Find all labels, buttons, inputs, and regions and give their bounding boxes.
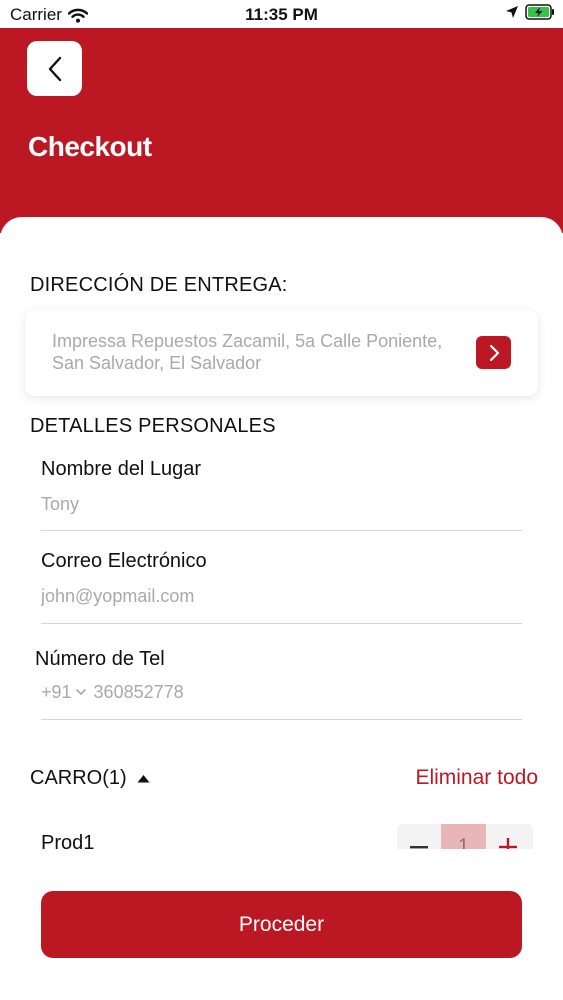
- delivery-section-title: DIRECCIÓN DE ENTREGA:: [30, 274, 288, 296]
- country-code-select[interactable]: +91: [41, 682, 86, 703]
- cart-item-name: Prod1: [41, 832, 95, 849]
- checkout-header: Checkout: [0, 28, 563, 233]
- cart-list: Prod1 1: [0, 815, 563, 849]
- address-card[interactable]: Impressa Repuestos Zacamil, 5a Calle Pon…: [25, 310, 538, 396]
- quantity-stepper: 1: [397, 824, 533, 849]
- clear-all-button[interactable]: Eliminar todo: [415, 766, 538, 790]
- quantity-value: 1: [441, 824, 486, 849]
- place-name-input[interactable]: [41, 489, 522, 519]
- page-title: Checkout: [28, 131, 152, 162]
- cart-toggle[interactable]: CARRO(1): [30, 767, 150, 790]
- email-input[interactable]: [41, 581, 522, 611]
- phone-label: Número de Tel: [35, 648, 165, 670]
- status-time: 11:35 PM: [245, 5, 318, 24]
- battery-charging-icon: [525, 4, 554, 20]
- plus-icon: [499, 838, 517, 849]
- minus-icon: [410, 846, 428, 849]
- email-underline: [41, 623, 522, 624]
- chevron-right-icon: [489, 344, 499, 361]
- proceed-button[interactable]: Proceder: [41, 891, 522, 958]
- chevron-down-icon: [75, 689, 86, 695]
- email-label: Correo Electrónico: [41, 550, 207, 572]
- status-right: [505, 4, 555, 20]
- phone-underline: [41, 719, 522, 720]
- place-name-label: Nombre del Lugar: [41, 458, 202, 480]
- status-bar: Carrier 11:35 PM: [0, 0, 563, 28]
- caret-up-icon: [137, 775, 150, 783]
- decrease-quantity-button[interactable]: [397, 824, 441, 849]
- address-select-button[interactable]: [476, 336, 511, 369]
- country-code-value: +91: [41, 681, 72, 702]
- cart-title: CARRO(1): [30, 767, 127, 789]
- location-arrow-icon: [506, 6, 518, 18]
- phone-input[interactable]: [93, 678, 522, 706]
- address-text: Impressa Repuestos Zacamil, 5a Calle Pon…: [52, 331, 443, 373]
- increase-quantity-button[interactable]: [486, 824, 530, 849]
- place-name-underline: [41, 530, 522, 531]
- personal-section-title: DETALLES PERSONALES: [30, 415, 276, 437]
- phone-row: +91: [41, 678, 522, 706]
- chevron-left-icon: [48, 56, 61, 81]
- back-button[interactable]: [27, 41, 82, 96]
